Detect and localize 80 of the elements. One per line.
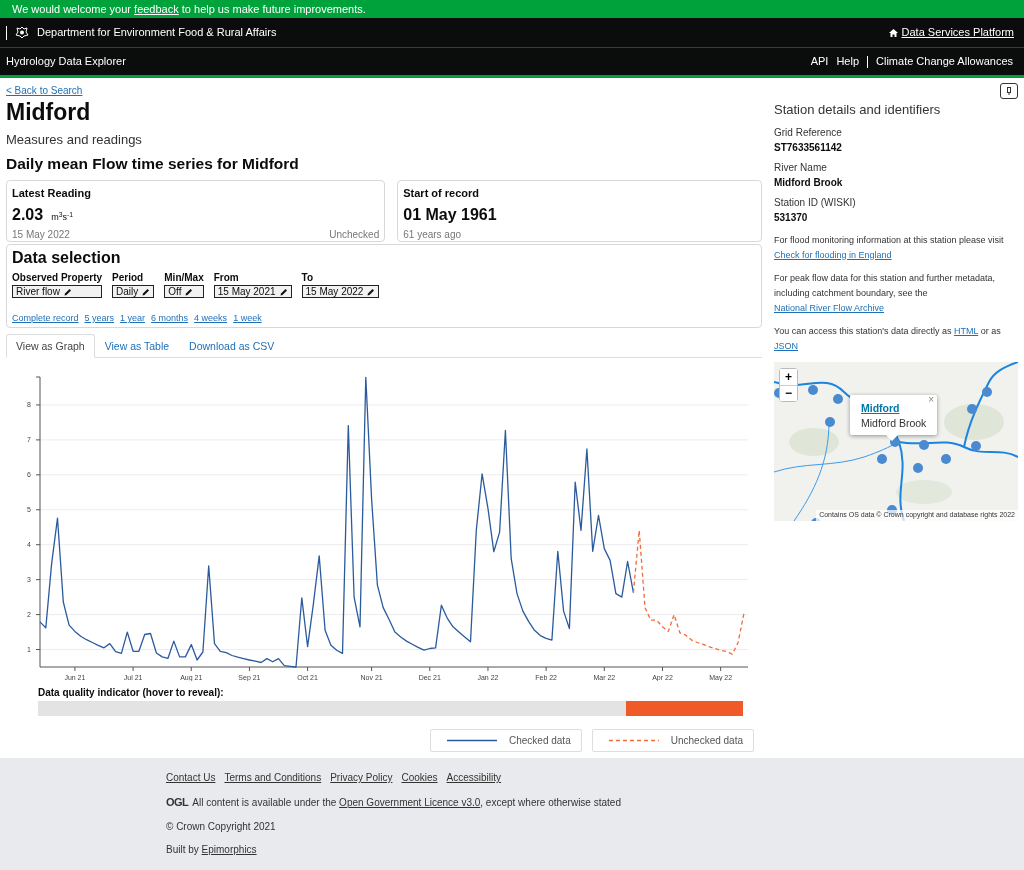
select-field[interactable]: Daily xyxy=(112,285,155,299)
nav-link-item[interactable]: Climate Change Allowances xyxy=(876,53,1013,70)
pencil-icon xyxy=(185,287,194,296)
paragraph: For peak flow data for this station and further metadata, including catchment boundary, see the National River Flow Archive xyxy=(774,271,997,315)
range-link[interactable]: 4 weeks xyxy=(194,312,228,326)
field-label: Period xyxy=(112,271,145,286)
field-label: From xyxy=(213,271,240,286)
copyright-text: © Crown Copyright 2021 xyxy=(166,819,277,834)
range-link[interactable]: 5 years xyxy=(84,312,115,326)
footer-link[interactable]: Accessibility xyxy=(446,770,502,785)
app-title: Hydrology Data Explorer xyxy=(6,54,126,70)
section-heading: Station details and identifiers xyxy=(774,101,942,119)
legend-line-icon xyxy=(608,738,659,742)
footer-link[interactable]: Cookies xyxy=(401,770,438,785)
page-subtitle: Measures and readings xyxy=(6,131,143,150)
range-link[interactable]: 1 week xyxy=(233,312,262,326)
link[interactable]: Check for flooding in England xyxy=(774,249,892,260)
footer-link[interactable]: Privacy Policy xyxy=(330,770,393,785)
pencil-icon xyxy=(63,287,72,296)
detail-label: Station ID (WISKI) xyxy=(774,195,857,210)
section-heading: Data selection xyxy=(12,247,122,268)
quality-indicator-label: Data quality indicator (hover to reveal): xyxy=(38,685,225,700)
select-field[interactable]: 15 May 2021 xyxy=(213,285,292,299)
platform-link[interactable]: Data Services Platform xyxy=(901,24,1014,41)
detail-value: Midford Brook xyxy=(774,175,844,190)
ogl-logo: OGL xyxy=(166,795,189,810)
nav-link-item[interactable]: Help xyxy=(836,53,860,70)
tab[interactable]: View as Graph xyxy=(6,333,95,358)
link[interactable]: JSON xyxy=(774,340,798,351)
link[interactable]: National River Flow Archive xyxy=(774,302,885,313)
footer-link[interactable]: Contact Us xyxy=(166,770,216,785)
back-link[interactable]: < Back to Search xyxy=(6,83,83,98)
licence-text: All content is available under the Open Government Licence v3.0, except where otherwise stated xyxy=(192,795,621,810)
detail-value: 531370 xyxy=(774,210,809,225)
popup-text: Midford Brook xyxy=(861,416,928,432)
home-icon xyxy=(888,28,898,37)
reading-status: Unchecked xyxy=(329,228,380,243)
department-name: Department for Environment Food & Rural Affairs xyxy=(37,25,277,41)
legend-label: Unchecked data xyxy=(670,733,743,748)
tab[interactable]: View as Table xyxy=(94,333,180,358)
select-field[interactable]: River flow xyxy=(12,285,103,299)
feedback-message: We would welcome your feedback to help us make future improvements. xyxy=(12,3,366,15)
link[interactable]: HTML xyxy=(954,325,979,336)
detail-label: Grid Reference xyxy=(774,125,843,140)
link[interactable]: Epimorphics xyxy=(201,843,257,855)
detail-label: River Name xyxy=(774,160,828,175)
pencil-icon xyxy=(142,287,151,296)
reading-value: 2.03 xyxy=(12,205,44,226)
legend-label: Checked data xyxy=(509,733,571,748)
field-label: Observed Property xyxy=(12,271,103,286)
nav-link-item[interactable]: API xyxy=(810,53,829,70)
range-link[interactable]: Complete record xyxy=(12,312,79,326)
series-title: Daily mean Flow time series for Midford xyxy=(6,153,300,174)
close-button[interactable]: × xyxy=(928,394,934,405)
footer-link[interactable]: Terms and Conditions xyxy=(224,770,322,785)
pencil-icon xyxy=(279,287,288,296)
field-label: To xyxy=(301,271,315,286)
card-heading: Latest Reading xyxy=(12,185,92,201)
select-field[interactable]: Off xyxy=(164,285,204,299)
pencil-icon xyxy=(367,287,376,296)
range-link[interactable]: 1 year xyxy=(120,312,146,326)
paragraph: For flood monitoring information at this station please visit Check for flooding in England xyxy=(774,233,1005,262)
tab[interactable]: Download as CSV xyxy=(179,333,285,358)
card-heading: Start of record xyxy=(403,185,481,201)
range-link[interactable]: 6 months xyxy=(151,312,189,326)
paragraph: You can access this station's data directly as HTML or as JSON xyxy=(774,324,1002,353)
crest-icon xyxy=(15,26,29,39)
record-start-date: 01 May 1961 xyxy=(403,205,498,226)
detail-value: ST7633561142 xyxy=(774,140,843,155)
pin-icon xyxy=(1007,87,1011,95)
page-title: Midford xyxy=(6,98,92,127)
select-field[interactable]: 15 May 2022 xyxy=(301,285,380,299)
pin-button[interactable] xyxy=(1000,83,1018,99)
reading-unit: m$^{3}$s$^{-1}$ xyxy=(51,211,73,225)
built-by-text: Built by Epimorphics xyxy=(166,842,258,857)
reading-date: 15 May 2022 xyxy=(12,228,70,243)
station-link[interactable]: Midford xyxy=(861,401,900,414)
legend-line-icon xyxy=(447,738,497,742)
field-label: Min/Max xyxy=(164,271,204,286)
record-age: 61 years ago xyxy=(403,228,463,243)
